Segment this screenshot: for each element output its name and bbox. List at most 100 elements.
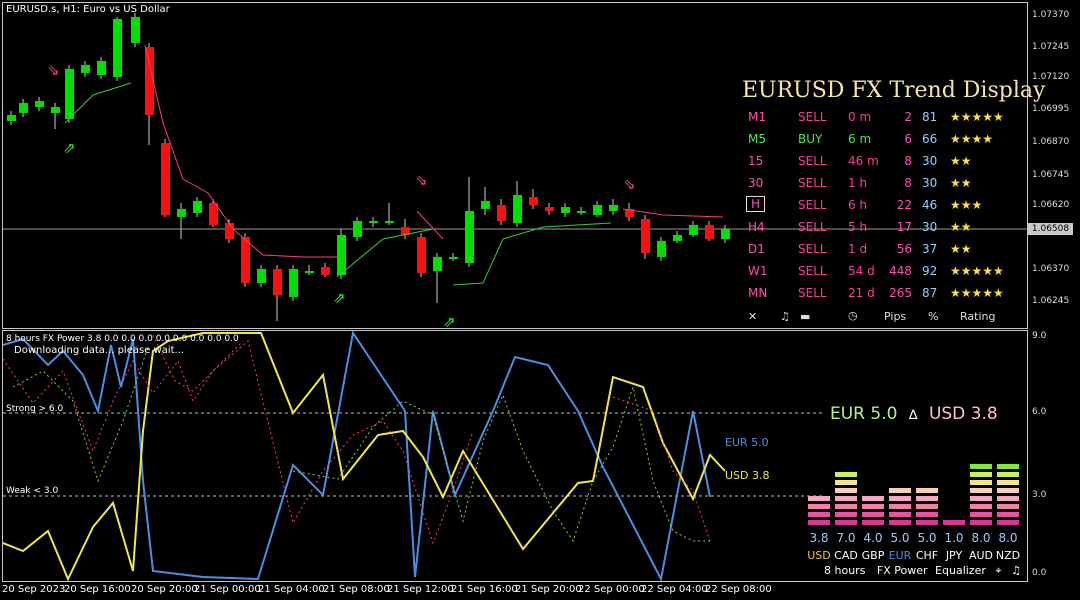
signal-age: 6 h <box>848 198 868 212</box>
percent-value: 81 <box>922 110 938 124</box>
usd-strength: USD 3.8 <box>928 404 998 424</box>
trend-row[interactable]: MN SELL 21 d 265 87 ★★★★★ <box>744 284 1024 304</box>
ma-up-line <box>64 82 132 124</box>
time-tick: 20 Sep 20:00 <box>131 584 198 595</box>
music-note-icon[interactable]: ♫ <box>780 310 790 323</box>
bear-candle <box>497 205 506 221</box>
equalizer-segment <box>916 512 938 517</box>
sell-arrow-icon: ⇘ <box>47 61 60 79</box>
equalizer-label[interactable]: Equalizer <box>935 564 986 577</box>
bull-candle <box>7 115 16 121</box>
rating-stars: ★★★★★ <box>950 264 1004 278</box>
bull-candle <box>257 269 266 283</box>
equalizer-segment <box>970 504 992 509</box>
pips-value: 22 <box>896 198 912 212</box>
price-tick: 1.06620 <box>1032 200 1070 210</box>
equalizer-segment <box>835 504 857 509</box>
hours-label[interactable]: 8 hours <box>824 564 865 577</box>
timeframe-label: D1 <box>748 242 765 256</box>
equalizer-segment <box>862 504 884 509</box>
signal-label: SELL <box>798 154 827 168</box>
currency-code[interactable]: CHF <box>912 549 942 562</box>
clock-icon[interactable]: ◷ <box>848 309 858 322</box>
eur-line <box>3 331 711 581</box>
bull-candle <box>113 19 122 77</box>
trend-row[interactable]: 30 SELL 1 h 8 30 ★★ <box>744 174 1024 194</box>
music-note-icon[interactable]: ♫ <box>1011 564 1021 577</box>
bear-candle <box>705 225 714 239</box>
currency-code[interactable]: GBP <box>858 549 888 562</box>
signal-age: 5 h <box>848 220 868 234</box>
price-tick: 1.07370 <box>1032 10 1070 20</box>
currency-code[interactable]: EUR <box>885 549 915 562</box>
pips-value: 17 <box>896 220 912 234</box>
bear-candle <box>161 143 170 215</box>
trend-row[interactable]: M1 SELL 0 m 2 81 ★★★★★ <box>744 108 1024 128</box>
pips-value: 448 <box>889 264 912 278</box>
equalizer-segment <box>835 472 857 477</box>
timeframe-label: 15 <box>748 154 764 168</box>
equalizer-segment <box>835 520 857 525</box>
pips-header: Pips <box>884 310 907 323</box>
sub-axis-9: 9.0 <box>1032 331 1047 341</box>
currency-code[interactable]: USD <box>804 549 834 562</box>
signal-label: SELL <box>798 242 827 256</box>
bull-candle <box>131 17 140 43</box>
trend-display-title: EURUSD FX Trend Display <box>742 78 1046 103</box>
price-tick: 1.06370 <box>1032 264 1070 274</box>
percent-value: 92 <box>922 264 938 278</box>
fx-power-label[interactable]: FX Power <box>877 564 928 577</box>
usd-line <box>3 332 726 581</box>
equalizer-segment <box>835 496 857 501</box>
buy-arrow-icon: ⇗ <box>443 313 456 328</box>
timeframe-label: 30 <box>748 176 764 190</box>
equalizer-segment <box>970 480 992 485</box>
bear-candle <box>641 219 650 253</box>
bull-candle <box>385 221 394 223</box>
currency-code[interactable]: CAD <box>831 549 861 562</box>
wave-icon[interactable]: ▬ <box>800 310 810 323</box>
equalizer-segment <box>970 464 992 469</box>
currency-code[interactable]: JPY <box>939 549 969 562</box>
percent-value: 30 <box>922 154 938 168</box>
bull-candle <box>65 69 74 119</box>
currency-code[interactable]: NZD <box>993 549 1023 562</box>
other-currency-line <box>3 340 244 453</box>
time-tick: 20 Sep 16:00 <box>64 584 131 595</box>
strong-label: Strong > 6.0 <box>6 404 64 414</box>
percent-value: 46 <box>922 198 938 212</box>
signal-label: SELL <box>798 176 827 190</box>
eur-line-label: EUR 5.0 <box>725 436 769 449</box>
bear-candle <box>241 237 250 283</box>
pips-value: 56 <box>896 242 912 256</box>
close-icon[interactable]: ✕ <box>748 310 757 323</box>
rating-stars: ★★ <box>950 176 972 190</box>
usd-line-label: USD 3.8 <box>725 469 770 482</box>
equalizer-segment <box>835 512 857 517</box>
trend-row[interactable]: H4 SELL 5 h 17 30 ★★ <box>744 218 1024 238</box>
trend-row[interactable]: D1 SELL 1 d 56 37 ★★ <box>744 240 1024 260</box>
bull-candle <box>97 61 106 75</box>
trend-row[interactable]: M5 BUY 6 m 6 66 ★★★★ <box>744 130 1024 150</box>
trend-row[interactable]: W1 SELL 54 d 448 92 ★★★★★ <box>744 262 1024 282</box>
currency-strength-value: 8.0 <box>971 531 991 545</box>
equalizer-segment <box>862 512 884 517</box>
equalizer-segment <box>889 520 911 525</box>
download-status: Downloading data... please wait... <box>14 345 185 356</box>
equalizer-segment <box>916 496 938 501</box>
signal-age: 0 m <box>848 110 872 124</box>
bull-candle <box>465 211 474 263</box>
buy-arrow-icon: ⇗ <box>63 139 76 157</box>
equalizer-segment <box>808 496 830 501</box>
trend-row[interactable]: H SELL 6 h 22 46 ★★★ <box>744 196 1024 216</box>
signal-age: 54 d <box>848 264 875 278</box>
bull-candle <box>657 241 666 257</box>
trend-row[interactable]: 15 SELL 46 m 8 30 ★★ <box>744 152 1024 172</box>
time-tick: 20 Sep 2023 <box>2 584 66 595</box>
bear-candle <box>145 47 154 115</box>
pips-value: 265 <box>889 286 912 300</box>
equalizer-segment <box>943 520 965 525</box>
crosshair-icon[interactable]: ⌖ <box>995 564 1001 577</box>
timeframe-label: M1 <box>748 110 766 124</box>
currency-code[interactable]: AUD <box>966 549 996 562</box>
